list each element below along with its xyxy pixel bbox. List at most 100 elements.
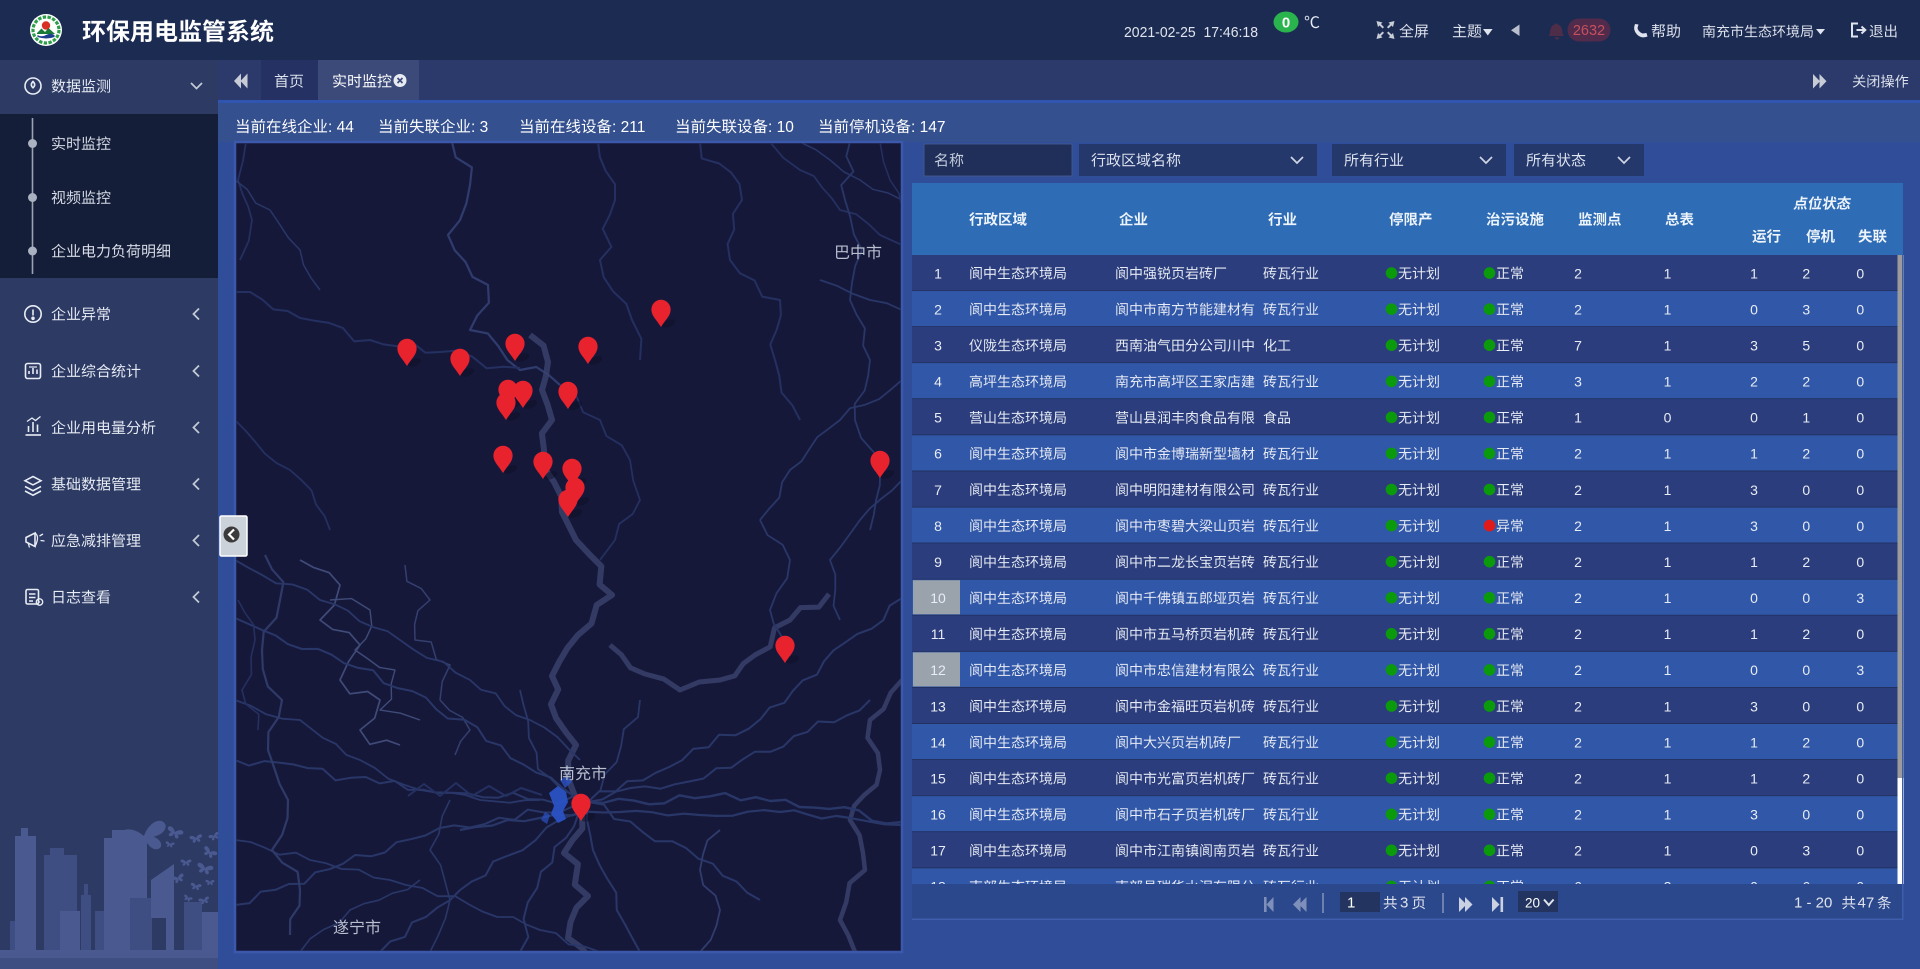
svg-text:1: 1 [1664,482,1672,498]
svg-text:0: 0 [1802,518,1810,534]
svg-text:0: 0 [1750,410,1758,426]
svg-text:47: 47 [1858,895,1875,912]
svg-text:0: 0 [1856,698,1864,714]
svg-text:0: 0 [1856,446,1864,462]
svg-text:: 147: : 147 [911,119,945,136]
svg-text:2: 2 [1574,698,1582,714]
svg-text:2: 2 [1574,518,1582,534]
svg-text:1: 1 [1664,301,1672,317]
svg-text:3: 3 [1802,843,1810,859]
svg-text:1: 1 [1664,771,1672,787]
svg-text:0: 0 [1750,590,1758,606]
svg-text:1: 1 [1664,662,1672,678]
svg-text:1: 1 [1750,771,1758,787]
svg-text:3: 3 [1856,662,1864,678]
svg-text:2: 2 [1574,265,1582,281]
svg-text:4: 4 [934,374,942,390]
svg-text:0: 0 [1802,482,1810,498]
svg-text:1: 1 [1664,518,1672,534]
svg-text:0: 0 [1664,410,1672,426]
svg-text:3: 3 [1574,374,1582,390]
svg-text:14: 14 [930,734,946,750]
svg-text:0: 0 [1856,518,1864,534]
svg-text:0: 0 [1856,807,1864,823]
svg-text:1: 1 [1664,698,1672,714]
svg-text:7: 7 [1574,338,1582,354]
svg-text:0: 0 [1856,843,1864,859]
svg-text:10: 10 [930,590,946,606]
svg-text:2: 2 [1802,734,1810,750]
svg-text:1: 1 [1664,374,1672,390]
svg-text:1 - 20: 1 - 20 [1794,895,1832,912]
svg-text:: 44: : 44 [328,119,354,136]
svg-text:0: 0 [1856,338,1864,354]
svg-text:8: 8 [934,518,942,534]
svg-text:1: 1 [1664,807,1672,823]
svg-text:0: 0 [1856,265,1864,281]
svg-text:0: 0 [1802,807,1810,823]
svg-text:20: 20 [1525,896,1540,911]
svg-text:2: 2 [1574,626,1582,642]
svg-text:2: 2 [1802,265,1810,281]
svg-text:2: 2 [1574,482,1582,498]
svg-text:3: 3 [1750,698,1758,714]
svg-text:13: 13 [930,698,946,714]
svg-text:0: 0 [1856,554,1864,570]
svg-text:3: 3 [1856,590,1864,606]
svg-text:2: 2 [934,301,942,317]
svg-text:12: 12 [930,662,946,678]
svg-text:2021-02-25 17:46:18: 2021-02-25 17:46:18 [1124,24,1258,41]
svg-text:1: 1 [1664,338,1672,354]
svg-text:3: 3 [1750,338,1758,354]
svg-text:2: 2 [1802,374,1810,390]
svg-text:7: 7 [934,482,942,498]
svg-text:3: 3 [1400,895,1408,912]
svg-text:: 211: : 211 [612,119,645,136]
svg-text:0: 0 [1856,771,1864,787]
svg-text:1: 1 [934,265,942,281]
svg-text:2: 2 [1574,771,1582,787]
svg-text:0: 0 [1856,410,1864,426]
svg-text:3: 3 [1750,482,1758,498]
svg-text:1: 1 [1664,446,1672,462]
svg-text:2: 2 [1574,734,1582,750]
svg-text:1: 1 [1750,265,1758,281]
svg-text:0: 0 [1802,698,1810,714]
svg-text:1: 1 [1574,410,1582,426]
svg-text:1: 1 [1750,734,1758,750]
svg-text:2: 2 [1574,662,1582,678]
svg-text:2632: 2632 [1573,23,1605,39]
svg-text:17: 17 [930,843,946,859]
svg-text:0: 0 [1750,843,1758,859]
svg-text:2: 2 [1574,807,1582,823]
svg-text:2: 2 [1574,554,1582,570]
svg-text:3: 3 [934,338,942,354]
svg-text:: 3: : 3 [471,119,488,136]
svg-text:0: 0 [1802,662,1810,678]
svg-text:0: 0 [1856,374,1864,390]
svg-text:0: 0 [1282,15,1290,32]
svg-text:0: 0 [1750,301,1758,317]
svg-text:0: 0 [1856,301,1864,317]
svg-text:2: 2 [1574,843,1582,859]
svg-text:1: 1 [1802,410,1810,426]
svg-text:2: 2 [1574,301,1582,317]
svg-text:5: 5 [1802,338,1810,354]
svg-text:0: 0 [1802,590,1810,606]
svg-text:15: 15 [930,771,946,787]
svg-text:1: 1 [1664,554,1672,570]
svg-text:3: 3 [1750,518,1758,534]
svg-text:2: 2 [1574,446,1582,462]
svg-text:1: 1 [1750,626,1758,642]
svg-text:2: 2 [1750,374,1758,390]
svg-text:: 10: : 10 [768,119,794,136]
svg-text:2: 2 [1802,626,1810,642]
svg-text:0: 0 [1856,734,1864,750]
svg-text:6: 6 [934,446,942,462]
svg-text:1: 1 [1664,590,1672,606]
svg-text:1: 1 [1347,895,1355,912]
svg-text:1: 1 [1664,843,1672,859]
svg-text:5: 5 [934,410,942,426]
svg-text:9: 9 [934,554,942,570]
svg-text:0: 0 [1750,662,1758,678]
